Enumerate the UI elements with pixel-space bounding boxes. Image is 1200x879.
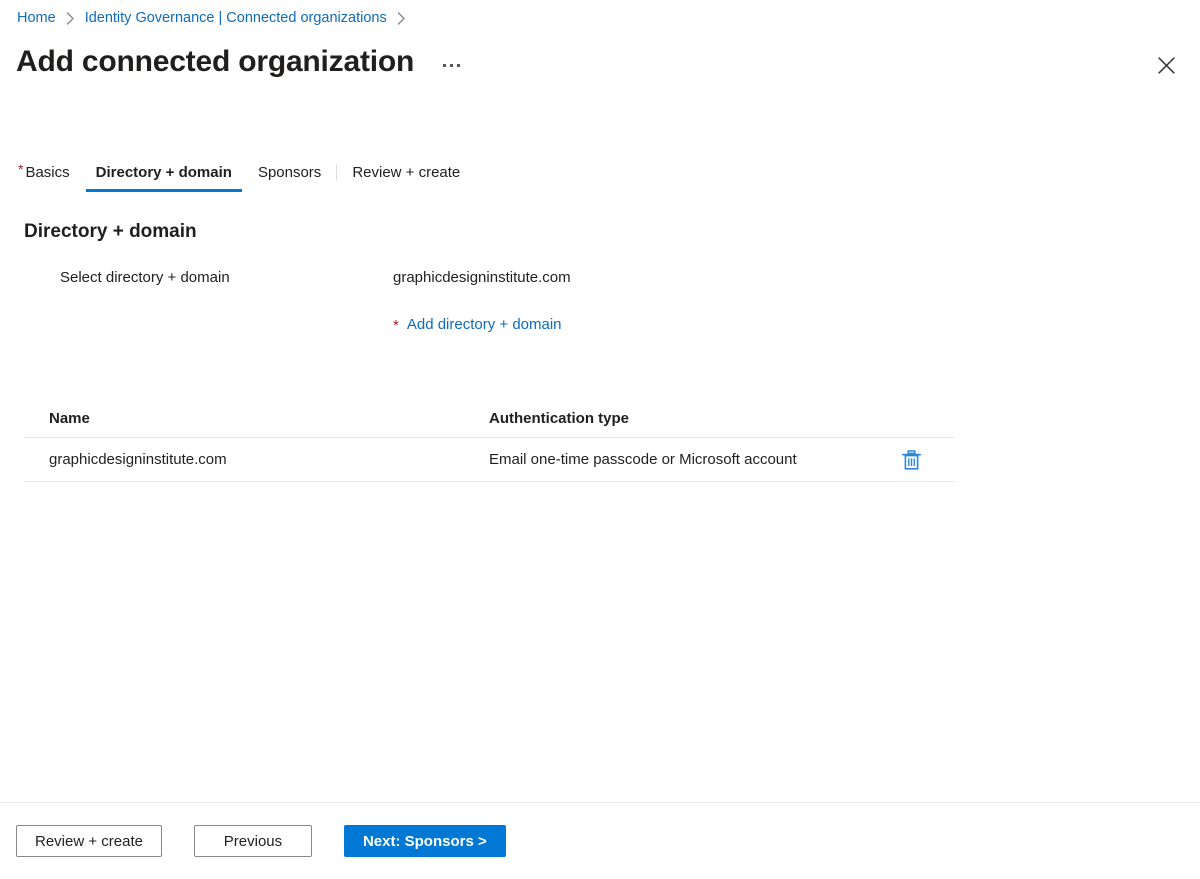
page-title: Add connected organization xyxy=(16,45,415,78)
column-header-auth-type: Authentication type xyxy=(489,409,630,427)
tab-basics[interactable]: * Basics xyxy=(16,155,83,189)
ellipsis-dot-2 xyxy=(449,63,453,67)
tab-review-create[interactable]: Review + create xyxy=(339,155,473,189)
tab-basics-label: Basics xyxy=(25,163,70,181)
wizard-tabs: * Basics Directory + domain Sponsors Revi… xyxy=(16,155,473,192)
previous-button[interactable]: Previous xyxy=(193,825,312,857)
section-title: Directory + domain xyxy=(24,221,197,242)
ellipsis-icon[interactable] xyxy=(438,54,464,76)
tab-divider xyxy=(336,164,338,181)
ellipsis-dot-3 xyxy=(456,63,460,67)
add-directory-domain-row: * Add directory + domain xyxy=(393,316,562,336)
column-header-name: Name xyxy=(49,409,90,427)
tab-sponsors-label: Sponsors xyxy=(257,163,322,181)
cell-name: graphicdesigninstitute.com xyxy=(49,451,227,468)
breadcrumb: Home Identity Governance | Connected org… xyxy=(16,8,415,28)
azure-portal-blade: Home Identity Governance | Connected org… xyxy=(0,0,1200,879)
tab-review-create-label: Review + create xyxy=(352,163,461,181)
required-asterisk-add-link: * xyxy=(393,317,399,334)
tab-directory-domain[interactable]: Directory + domain xyxy=(83,155,245,192)
table-header-row: Name Authentication type xyxy=(24,405,955,437)
chevron-right-icon xyxy=(66,11,75,25)
chevron-right-icon-2 xyxy=(397,11,406,25)
select-directory-domain-value: graphicdesigninstitute.com xyxy=(393,269,571,286)
required-asterisk-basics: * xyxy=(18,161,24,177)
select-directory-domain-label: Select directory + domain xyxy=(60,269,230,286)
next-sponsors-button[interactable]: Next: Sponsors > xyxy=(343,825,506,857)
wizard-footer: Review + create Previous Next: Sponsors … xyxy=(0,802,1200,879)
close-icon[interactable] xyxy=(1150,49,1182,81)
cell-auth-type: Email one-time passcode or Microsoft acc… xyxy=(489,451,797,468)
breadcrumb-item-identity-governance[interactable]: Identity Governance | Connected organiza… xyxy=(84,8,388,28)
title-row: Add connected organization xyxy=(16,42,464,82)
directory-domain-table: Name Authentication type graphicdesignin… xyxy=(24,405,955,482)
review-create-button[interactable]: Review + create xyxy=(16,825,162,857)
table-row[interactable]: graphicdesigninstitute.com Email one-tim… xyxy=(24,437,955,482)
ellipsis-dot-1 xyxy=(442,63,446,67)
tab-directory-domain-label: Directory + domain xyxy=(95,163,232,181)
select-directory-domain-row: Select directory + domain graphicdesigni… xyxy=(0,267,1200,289)
cell-actions xyxy=(895,444,955,476)
breadcrumb-item-home[interactable]: Home xyxy=(16,8,57,28)
add-directory-domain-link[interactable]: Add directory + domain xyxy=(407,316,562,333)
tab-sponsors[interactable]: Sponsors xyxy=(245,155,334,189)
trash-icon[interactable] xyxy=(895,444,927,476)
